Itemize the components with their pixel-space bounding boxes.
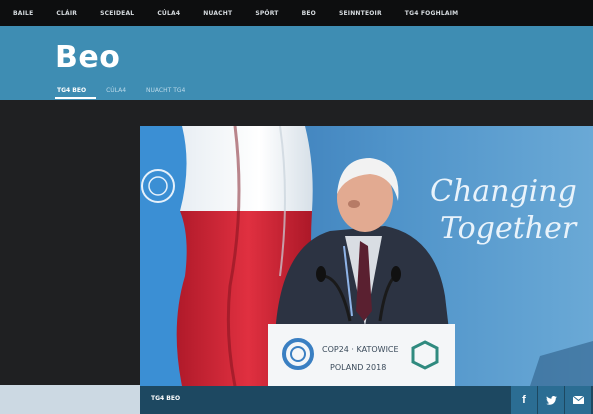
mail-icon[interactable] — [565, 386, 591, 414]
poland-flag-white — [180, 126, 313, 211]
nav-item-baile[interactable]: BAILE — [13, 10, 33, 17]
twitter-icon[interactable] — [538, 386, 564, 414]
video-frame: Changing Together COP24 · KATOWICE POLAN… — [140, 126, 593, 386]
nav-item-sceideal[interactable]: SCEIDEAL — [100, 10, 134, 17]
tab-tg4-beo[interactable]: TG4 BEO — [57, 87, 86, 94]
nav-item-nuacht[interactable]: NUACHT — [203, 10, 232, 17]
page-header: Beo TG4 BEO CÚLA4 NUACHT TG4 — [0, 26, 593, 100]
active-tab-underline — [55, 97, 96, 99]
lectern-text-poland: POLAND 2018 — [330, 363, 386, 372]
top-nav: BAILE CLÁIR SCEIDEAL CÚLA4 NUACHT SPÓRT … — [0, 0, 593, 26]
tab-nuacht-tg4[interactable]: NUACHT TG4 — [146, 87, 185, 94]
tab-cula4[interactable]: CÚLA4 — [106, 87, 126, 94]
nav-item-cula4[interactable]: CÚLA4 — [157, 10, 180, 17]
nav-item-seinnteoir[interactable]: SEINNTEOIR — [339, 10, 382, 17]
video-player[interactable]: Changing Together COP24 · KATOWICE POLAN… — [140, 126, 593, 386]
side-panel — [0, 385, 140, 414]
backdrop-text-changing: Changing — [430, 174, 577, 209]
lectern-text-cop24: COP24 · KATOWICE — [322, 345, 399, 354]
channel-tabs: TG4 BEO CÚLA4 NUACHT TG4 — [57, 87, 205, 94]
nav-item-clair[interactable]: CLÁIR — [56, 10, 77, 17]
nav-item-sport[interactable]: SPÓRT — [255, 10, 278, 17]
stream-label: TG4 BEO — [151, 395, 181, 402]
lectern — [268, 324, 455, 386]
facebook-icon[interactable]: f — [511, 386, 537, 414]
nav-item-tg4-foghlaim[interactable]: TG4 FOGHLAIM — [405, 10, 459, 17]
nav-item-beo[interactable]: BEO — [302, 10, 316, 17]
backdrop-text-together: Together — [440, 211, 578, 246]
player-info-bar: TG4 BEO f — [140, 386, 593, 414]
page-title: Beo — [55, 40, 121, 75]
page: BAILE CLÁIR SCEIDEAL CÚLA4 NUACHT SPÓRT … — [0, 0, 593, 414]
